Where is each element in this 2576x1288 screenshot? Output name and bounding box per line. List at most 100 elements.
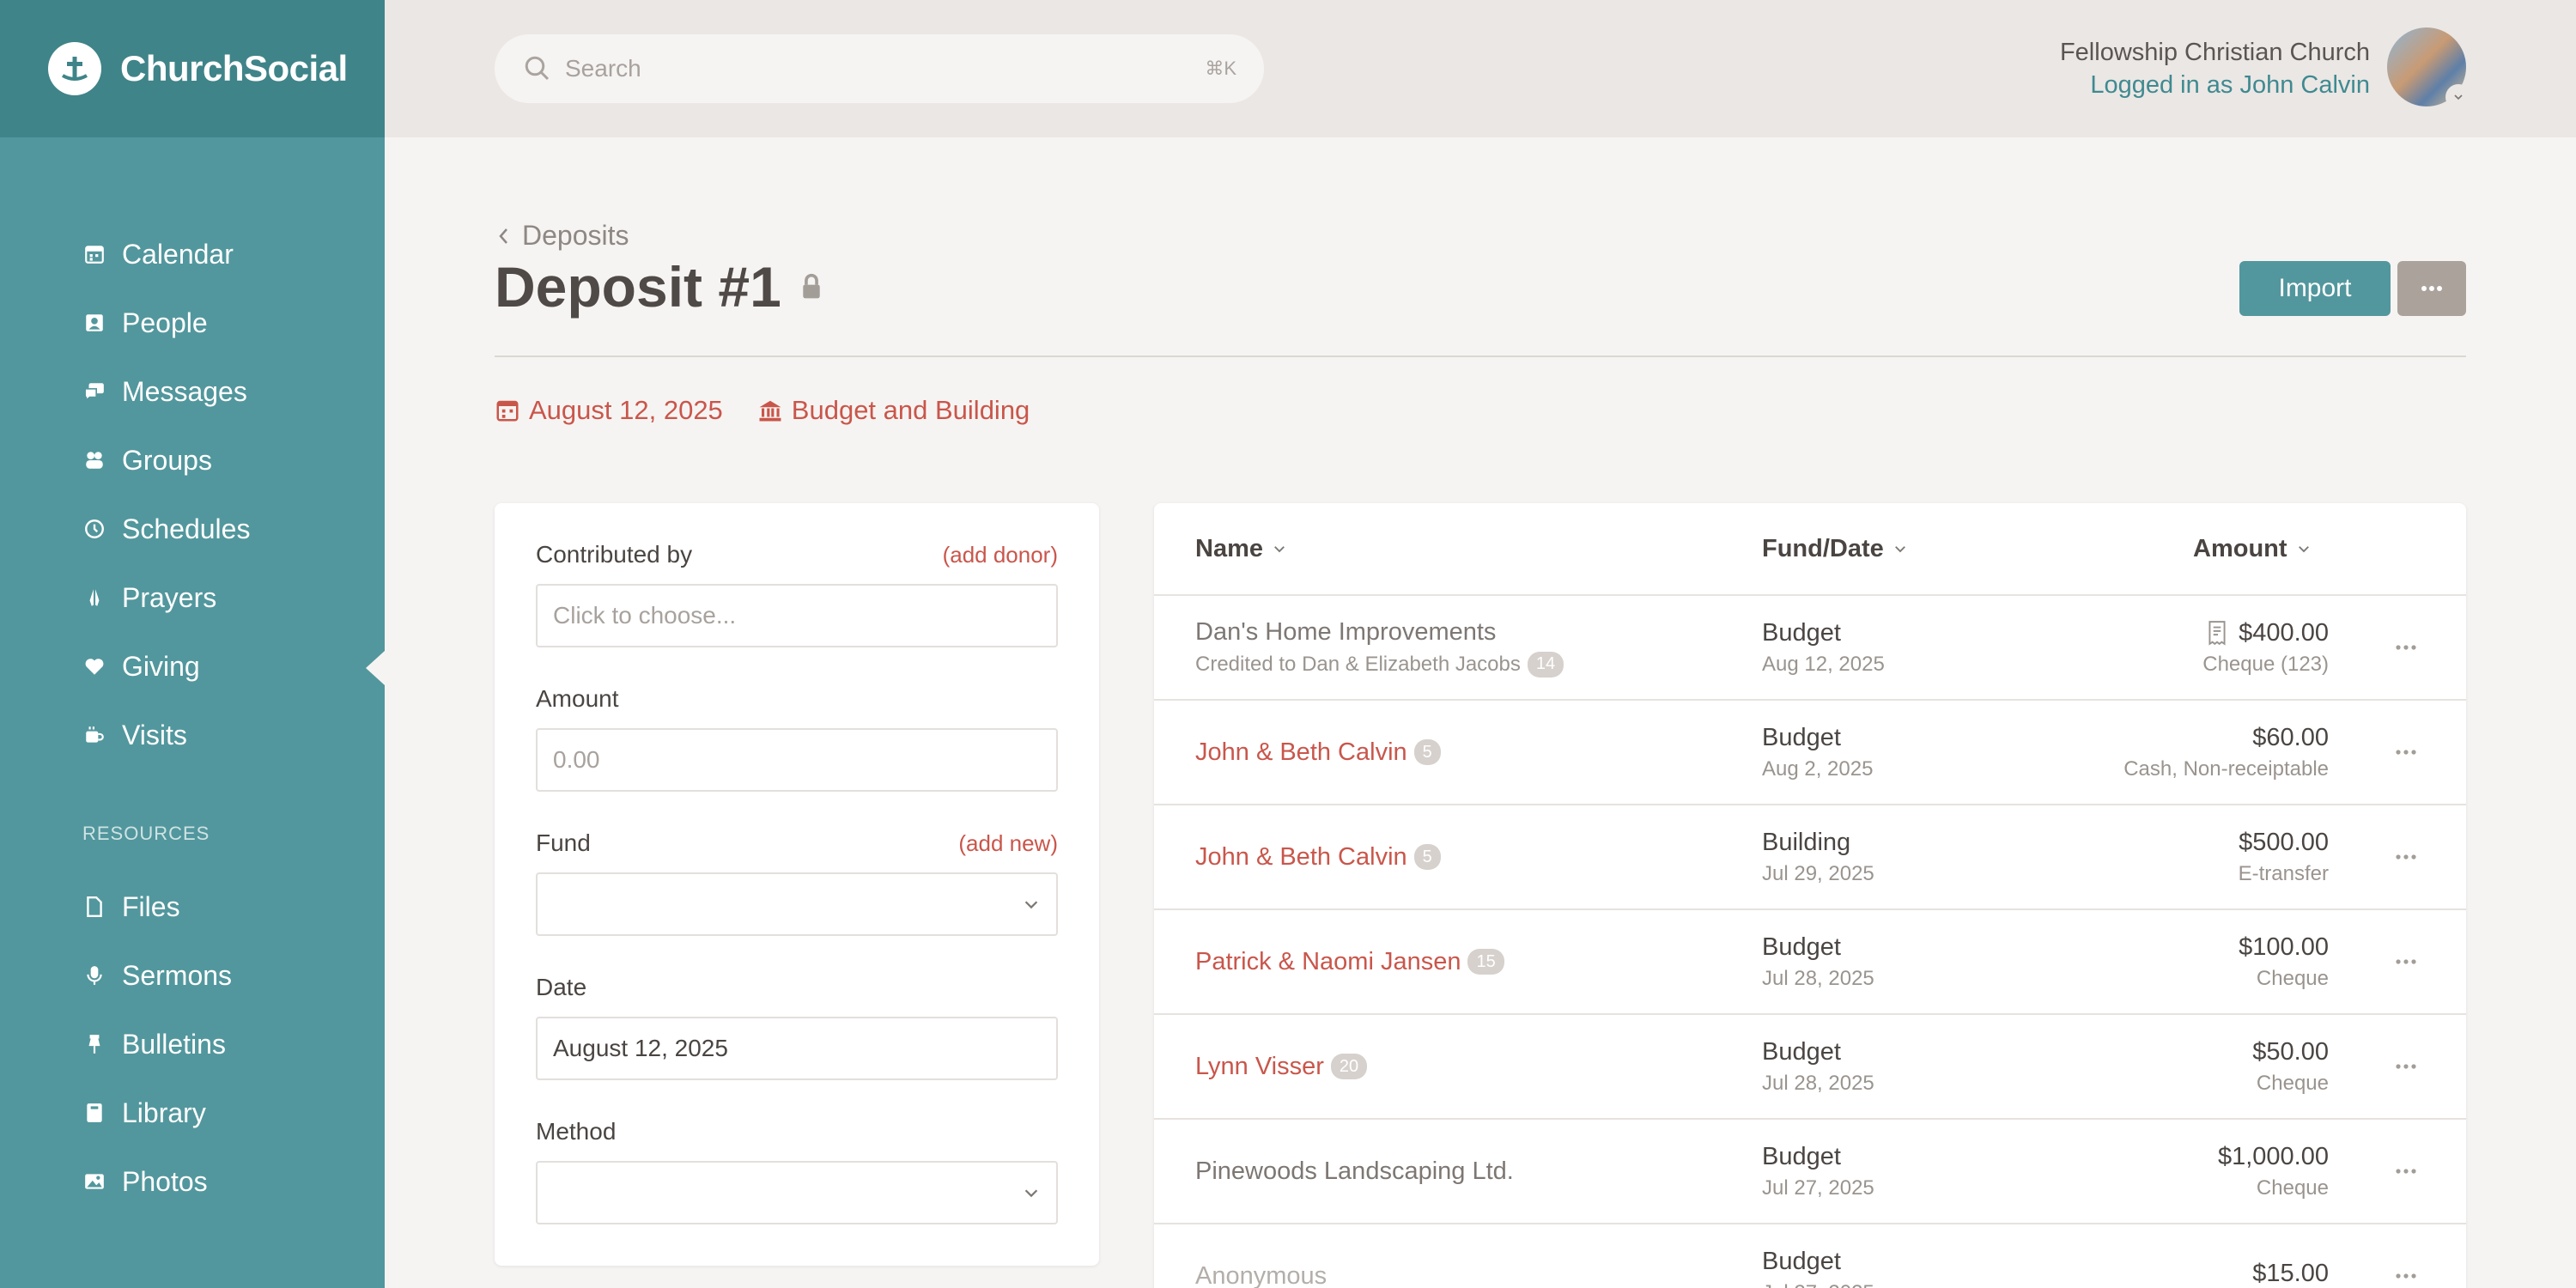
add-donor-link[interactable]: (add donor) <box>943 542 1058 568</box>
donor-name[interactable]: John & Beth Calvin <box>1195 843 1407 872</box>
sidebar-item-bulletins[interactable]: Bulletins <box>0 1010 385 1078</box>
sidebar-item-visits[interactable]: Visits <box>0 701 385 769</box>
donor-name[interactable]: John & Beth Calvin <box>1195 738 1407 767</box>
calendar-icon <box>82 241 106 267</box>
lock-icon <box>803 273 820 299</box>
donor-name-row[interactable]: Lynn Visser 20 <box>1195 1053 1368 1081</box>
ellipsis-icon <box>2396 750 2416 755</box>
row-actions-button[interactable] <box>2389 1053 2423 1080</box>
brand[interactable]: ChurchSocial <box>0 0 385 137</box>
column-fund-date-sort[interactable]: Fund/Date <box>1762 535 1908 563</box>
sidebar-item-groups[interactable]: Groups <box>0 426 385 495</box>
row-actions-button[interactable] <box>2389 1262 2423 1288</box>
column-amount-sort[interactable]: Amount <box>2193 535 2312 563</box>
table-row[interactable]: Lynn Visser 20 Budget Jul 28, 2025 $50.00 Che… <box>1154 1015 2466 1120</box>
table-header: Name Fund/Date Amount <box>1154 503 2466 596</box>
sidebar-item-sermons[interactable]: Sermons <box>0 941 385 1010</box>
chevron-down-icon <box>1024 1189 1038 1198</box>
table-row[interactable]: John & Beth Calvin 5 Budget Aug 2, 2025 $60.… <box>1154 701 2466 805</box>
fund-date-cell: Building Jul 29, 2025 <box>1762 805 1874 908</box>
credited-to-text: Credited to Dan & Elizabeth Jacobs <box>1195 652 1521 676</box>
sidebar-item-label: Giving <box>122 650 200 682</box>
row-actions-button[interactable] <box>2389 948 2423 975</box>
amount-value: $50.00 <box>2252 1037 2329 1066</box>
donor-cell: John & Beth Calvin 5 <box>1195 805 1441 908</box>
ellipsis-icon <box>2396 1169 2416 1174</box>
sidebar-item-files[interactable]: Files <box>0 872 385 941</box>
search-icon <box>525 56 550 81</box>
table-body: Dan's Home Improvements Credited to Dan &… <box>1154 596 2466 1288</box>
date-input[interactable]: August 12, 2025 <box>536 1017 1058 1080</box>
sidebar-item-calendar[interactable]: Calendar <box>0 220 385 289</box>
donor-name-row[interactable]: John & Beth Calvin 5 <box>1195 843 1441 872</box>
donor-name-row[interactable]: John & Beth Calvin 5 <box>1195 738 1441 767</box>
logged-in-user[interactable]: Logged in as John Calvin <box>2060 69 2370 101</box>
heart-icon <box>82 653 106 679</box>
breadcrumb-back-link[interactable]: Deposits <box>495 220 629 252</box>
page-title-text: Deposit #1 <box>495 255 781 319</box>
amount-row: $100.00 <box>2239 933 2329 962</box>
credited-to-row: Credited to Dan & Elizabeth Jacobs 14 <box>1195 651 1564 677</box>
column-name-sort[interactable]: Name <box>1195 535 1287 563</box>
date-field: Date August 12, 2025 <box>536 974 1058 1080</box>
sidebar-item-messages[interactable]: Messages <box>0 357 385 426</box>
table-row[interactable]: Anonymous Budget Jul 27, 2025 $15.00 <box>1154 1224 2466 1288</box>
row-actions-button[interactable] <box>2389 634 2423 661</box>
fund-date-cell: Budget Aug 2, 2025 <box>1762 701 1873 804</box>
row-actions-button[interactable] <box>2389 738 2423 766</box>
resources-heading: RESOURCES <box>82 823 210 844</box>
table-row[interactable]: Dan's Home Improvements Credited to Dan &… <box>1154 596 2466 701</box>
donation-count-badge: 5 <box>1413 844 1441 870</box>
row-actions-button[interactable] <box>2389 843 2423 871</box>
field-label: Date <box>536 974 587 1000</box>
fund-name: Budget <box>1762 1247 1841 1275</box>
sidebar-item-library[interactable]: Library <box>0 1078 385 1147</box>
deposit-meta: August 12, 2025 Budget and Building <box>495 395 1064 426</box>
donor-name-row[interactable]: Patrick & Naomi Jansen 15 <box>1195 948 1504 976</box>
import-button[interactable]: Import <box>2239 261 2391 316</box>
donor-name[interactable]: Lynn Visser <box>1195 1053 1324 1081</box>
pin-icon <box>82 1031 106 1057</box>
table-row[interactable]: John & Beth Calvin 5 Building Jul 29, 2025 $… <box>1154 805 2466 910</box>
payment-method: E-transfer <box>2238 861 2329 885</box>
payment-method: Cheque <box>2256 966 2329 990</box>
row-actions-button[interactable] <box>2389 1157 2423 1185</box>
column-header-label: Amount <box>2193 534 2287 562</box>
calendar-icon <box>496 400 519 422</box>
deposit-funds[interactable]: Budget and Building <box>757 395 1030 426</box>
amount-row: $500.00 <box>2239 829 2329 857</box>
fund-select[interactable] <box>536 872 1058 936</box>
sidebar-item-people[interactable]: People <box>0 289 385 357</box>
donor-name[interactable]: Patrick & Naomi Jansen <box>1195 948 1461 976</box>
table-row[interactable]: Pinewoods Landscaping Ltd. Budget Jul 27, … <box>1154 1120 2466 1224</box>
fund-date-cell: Budget Jul 28, 2025 <box>1762 910 1874 1013</box>
add-fund-link[interactable]: (add new) <box>958 830 1058 857</box>
church-logo-icon <box>48 42 101 95</box>
more-actions-button[interactable] <box>2397 261 2466 316</box>
search-bar[interactable]: ⌘K <box>495 34 1264 103</box>
chevron-left-icon <box>499 228 507 244</box>
ellipsis-icon <box>2396 959 2416 964</box>
top-bar: ⌘K Fellowship Christian Church Logged in… <box>385 0 2576 137</box>
receipt-icon <box>2208 621 2226 646</box>
deposit-date[interactable]: August 12, 2025 <box>495 395 723 426</box>
sidebar-item-photos[interactable]: Photos <box>0 1147 385 1216</box>
donor-chooser[interactable]: Click to choose... <box>536 584 1058 647</box>
deposit-funds-text: Budget and Building <box>791 395 1030 425</box>
amount-value: $1,000.00 <box>2217 1142 2329 1170</box>
sidebar-item-prayers[interactable]: Prayers <box>0 563 385 632</box>
contribution-date: Jul 29, 2025 <box>1762 861 1874 885</box>
amount-value: $15.00 <box>2252 1259 2329 1287</box>
ellipsis-icon <box>2396 854 2416 860</box>
amount-input[interactable]: 0.00 <box>536 728 1058 792</box>
table-row[interactable]: Patrick & Naomi Jansen 15 Budget Jul 28, 20… <box>1154 910 2466 1015</box>
search-input[interactable] <box>565 55 1206 82</box>
amount-value: $400.00 <box>2239 618 2329 647</box>
clock-icon <box>82 516 106 542</box>
sidebar-item-giving[interactable]: Giving <box>0 632 385 701</box>
method-select[interactable] <box>536 1161 1058 1224</box>
donor-cell: Dan's Home Improvements Credited to Dan &… <box>1195 596 1564 699</box>
sidebar-item-schedules[interactable]: Schedules <box>0 495 385 563</box>
amount-cell: $100.00 Cheque <box>2239 910 2329 1013</box>
chevron-down-icon[interactable] <box>2445 84 2471 110</box>
